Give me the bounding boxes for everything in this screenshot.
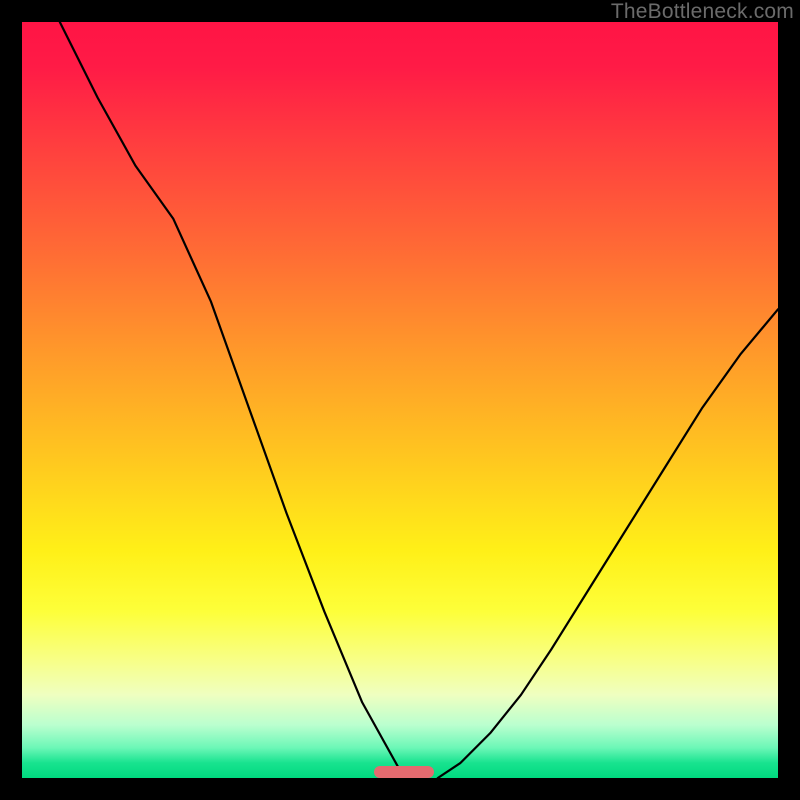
optimal-range-marker — [374, 766, 434, 778]
curve-left-branch — [60, 22, 415, 778]
watermark-text: TheBottleneck.com — [611, 0, 794, 24]
bottleneck-curve — [22, 22, 778, 778]
plot-area — [22, 22, 778, 778]
chart-canvas: TheBottleneck.com — [0, 0, 800, 800]
curve-right-branch — [438, 309, 778, 778]
